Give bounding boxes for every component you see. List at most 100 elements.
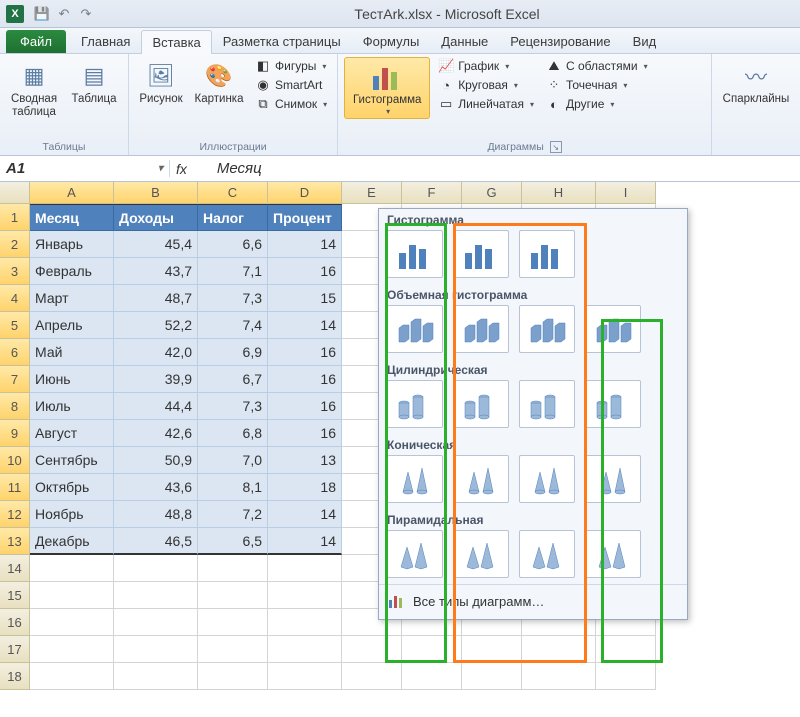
- cell[interactable]: 16: [268, 258, 342, 285]
- cell[interactable]: Налог: [198, 204, 268, 231]
- chart-type-option[interactable]: [519, 380, 575, 428]
- cell[interactable]: 39,9: [114, 366, 198, 393]
- cell[interactable]: 15: [268, 285, 342, 312]
- cell[interactable]: 48,7: [114, 285, 198, 312]
- row-header[interactable]: 17: [0, 636, 30, 663]
- cell[interactable]: [30, 636, 114, 663]
- ribbon-tab-2[interactable]: Разметка страницы: [212, 29, 352, 53]
- row-header[interactable]: 7: [0, 366, 30, 393]
- cell[interactable]: [402, 636, 462, 663]
- ribbon-tab-1[interactable]: Вставка: [141, 30, 211, 54]
- cell[interactable]: 44,4: [114, 393, 198, 420]
- name-box[interactable]: A1 ▾: [0, 160, 170, 177]
- chart-type-option[interactable]: [387, 380, 443, 428]
- cell[interactable]: 7,2: [198, 501, 268, 528]
- chart-type-option[interactable]: [453, 305, 509, 353]
- cell[interactable]: [198, 582, 268, 609]
- cell[interactable]: Март: [30, 285, 114, 312]
- ribbon-tab-3[interactable]: Формулы: [352, 29, 431, 53]
- cell[interactable]: 7,0: [198, 447, 268, 474]
- cell[interactable]: Август: [30, 420, 114, 447]
- chart-type-option[interactable]: [453, 530, 509, 578]
- smartart-button[interactable]: ◉SmartArt: [251, 76, 331, 94]
- cell[interactable]: Декабрь: [30, 528, 114, 555]
- cell[interactable]: 16: [268, 339, 342, 366]
- cell[interactable]: [114, 609, 198, 636]
- cell[interactable]: [342, 663, 402, 690]
- cell[interactable]: Сентябрь: [30, 447, 114, 474]
- cell[interactable]: [342, 636, 402, 663]
- row-header[interactable]: 3: [0, 258, 30, 285]
- cell[interactable]: 6,5: [198, 528, 268, 555]
- cell[interactable]: 14: [268, 231, 342, 258]
- cell[interactable]: Май: [30, 339, 114, 366]
- pivot-table-button[interactable]: ▦ Сводная таблица: [6, 57, 62, 120]
- cell[interactable]: Месяц: [30, 204, 114, 231]
- cell[interactable]: [596, 636, 656, 663]
- col-header-H[interactable]: H: [522, 182, 596, 204]
- row-header[interactable]: 18: [0, 663, 30, 690]
- cell[interactable]: Доходы: [114, 204, 198, 231]
- ribbon-tab-0[interactable]: Главная: [70, 29, 141, 53]
- cell[interactable]: 14: [268, 528, 342, 555]
- area-chart-button[interactable]: ⛰С областями▾: [542, 57, 652, 75]
- cell[interactable]: 6,8: [198, 420, 268, 447]
- chart-type-option[interactable]: [585, 530, 641, 578]
- cell[interactable]: 46,5: [114, 528, 198, 555]
- cell[interactable]: 16: [268, 420, 342, 447]
- redo-icon[interactable]: ↷: [78, 6, 94, 22]
- chart-type-option[interactable]: [453, 230, 509, 278]
- row-header[interactable]: 4: [0, 285, 30, 312]
- cell[interactable]: [114, 636, 198, 663]
- row-header[interactable]: 5: [0, 312, 30, 339]
- row-header[interactable]: 1: [0, 204, 30, 231]
- chart-type-option[interactable]: [585, 305, 641, 353]
- cell[interactable]: [198, 663, 268, 690]
- cell[interactable]: 7,1: [198, 258, 268, 285]
- cell[interactable]: [462, 663, 522, 690]
- cell[interactable]: [114, 582, 198, 609]
- col-header-F[interactable]: F: [402, 182, 462, 204]
- picture-button[interactable]: 🖼 Рисунок: [135, 57, 187, 108]
- col-header-C[interactable]: C: [198, 182, 268, 204]
- cell[interactable]: [198, 555, 268, 582]
- cell[interactable]: [114, 555, 198, 582]
- cell[interactable]: 42,0: [114, 339, 198, 366]
- cell[interactable]: [462, 636, 522, 663]
- table-button[interactable]: ▤ Таблица: [66, 57, 122, 108]
- cell[interactable]: 52,2: [114, 312, 198, 339]
- cell[interactable]: [198, 609, 268, 636]
- row-header[interactable]: 10: [0, 447, 30, 474]
- screenshot-button[interactable]: ⧉Снимок▾: [251, 95, 331, 113]
- cell[interactable]: [30, 555, 114, 582]
- row-header[interactable]: 16: [0, 609, 30, 636]
- cell[interactable]: [596, 663, 656, 690]
- cell[interactable]: 42,6: [114, 420, 198, 447]
- cell[interactable]: Февраль: [30, 258, 114, 285]
- cell[interactable]: 7,4: [198, 312, 268, 339]
- file-tab[interactable]: Файл: [6, 30, 66, 53]
- col-header-G[interactable]: G: [462, 182, 522, 204]
- select-all-corner[interactable]: [0, 182, 30, 204]
- cell[interactable]: Июль: [30, 393, 114, 420]
- chart-type-option[interactable]: [519, 305, 575, 353]
- cell[interactable]: Октябрь: [30, 474, 114, 501]
- cell[interactable]: [522, 636, 596, 663]
- ribbon-tab-4[interactable]: Данные: [430, 29, 499, 53]
- chart-type-option[interactable]: [453, 455, 509, 503]
- all-chart-types-button[interactable]: Все типы диаграмм…: [379, 584, 687, 617]
- cell[interactable]: 6,6: [198, 231, 268, 258]
- cell[interactable]: 50,9: [114, 447, 198, 474]
- cell[interactable]: 48,8: [114, 501, 198, 528]
- row-header[interactable]: 2: [0, 231, 30, 258]
- sparklines-button[interactable]: 〰 Спарклайны: [718, 57, 794, 108]
- cell[interactable]: [402, 663, 462, 690]
- col-header-A[interactable]: A: [30, 182, 114, 204]
- chart-type-option[interactable]: [585, 455, 641, 503]
- cell[interactable]: Ноябрь: [30, 501, 114, 528]
- fx-icon[interactable]: fx: [176, 161, 187, 177]
- bar-chart-button[interactable]: ▭Линейчатая▾: [434, 95, 538, 113]
- row-header[interactable]: 12: [0, 501, 30, 528]
- cell[interactable]: Январь: [30, 231, 114, 258]
- cell[interactable]: [268, 663, 342, 690]
